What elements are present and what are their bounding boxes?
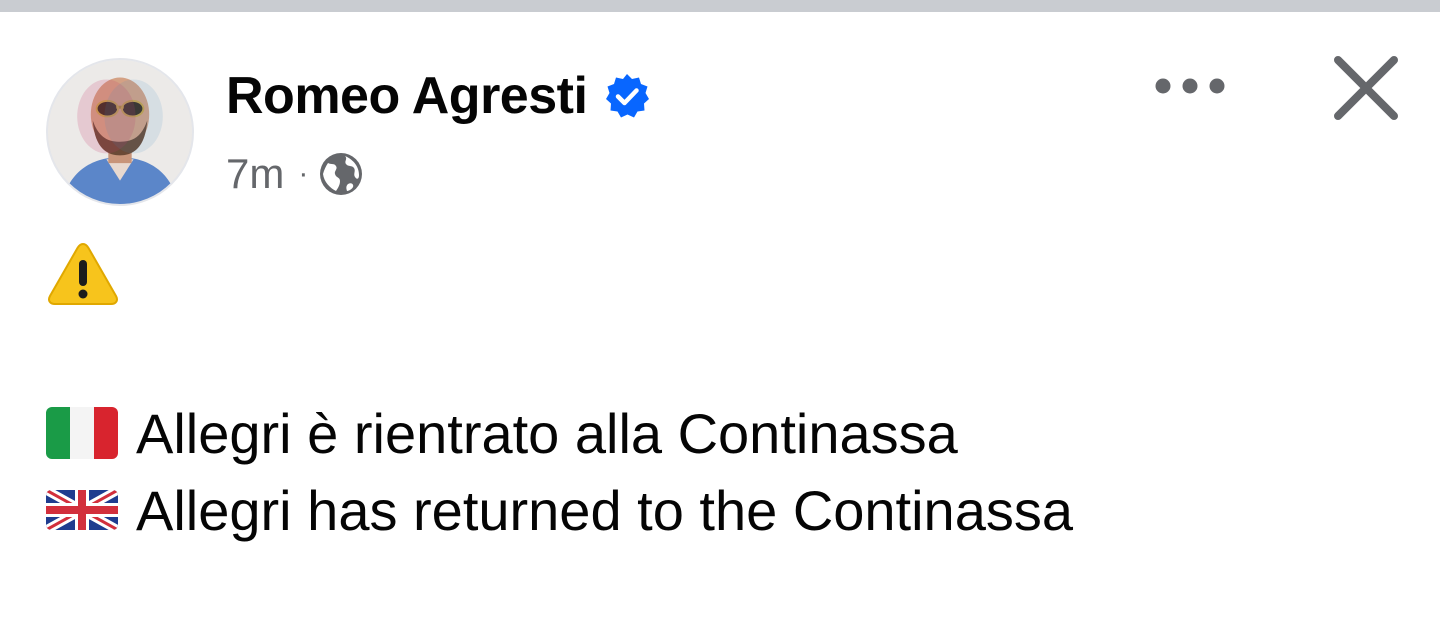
post-text-line: Allegri è rientrato alla Continassa	[136, 401, 958, 465]
meta-separator: ·	[298, 157, 309, 190]
italy-flag-icon	[46, 407, 118, 459]
post-line-english: Allegri has returned to the Continassa	[46, 477, 1073, 543]
more-options-button[interactable]	[1148, 62, 1234, 110]
post-line-italian: Allegri è rientrato alla Continassa	[46, 400, 958, 466]
author-name[interactable]: Romeo Agresti	[226, 66, 588, 126]
warning-sign-icon	[46, 240, 120, 308]
post-timestamp[interactable]: 7m	[226, 150, 284, 198]
close-icon	[1334, 56, 1398, 120]
verified-badge-icon	[603, 72, 651, 120]
uk-flag-icon	[46, 484, 118, 536]
globe-icon[interactable]	[318, 151, 364, 197]
avatar[interactable]	[46, 58, 194, 206]
post-text-line: Allegri has returned to the Continassa	[136, 478, 1073, 542]
close-button[interactable]	[1326, 48, 1406, 128]
avatar-photo	[48, 60, 192, 204]
top-bar	[0, 0, 1440, 12]
more-options-icon	[1155, 78, 1225, 94]
